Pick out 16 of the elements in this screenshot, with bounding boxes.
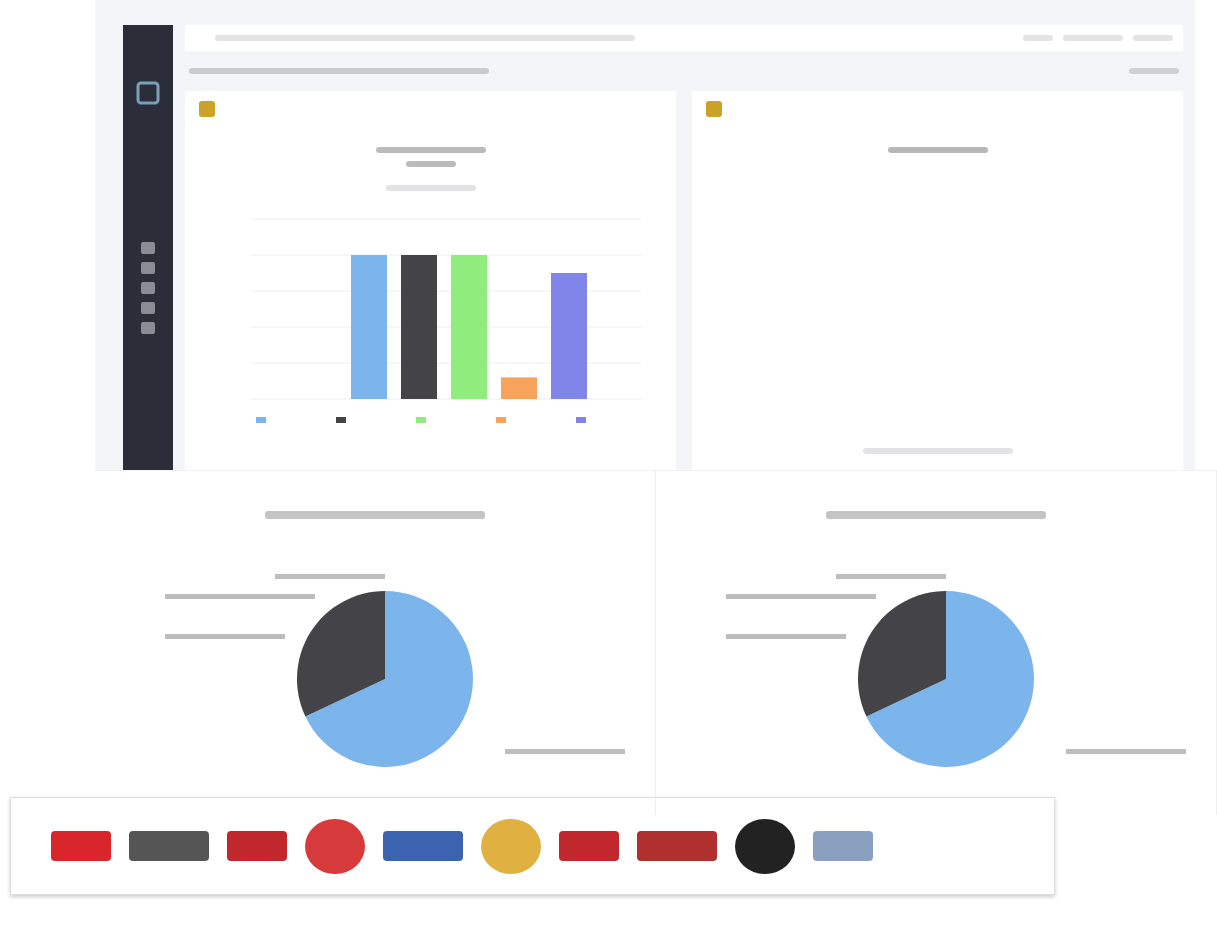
menu-icon[interactable] <box>141 262 155 274</box>
logo-placeholder <box>51 831 111 861</box>
badge-icon <box>706 101 722 117</box>
menu-icon[interactable] <box>141 322 155 334</box>
logo-placeholder <box>227 831 287 861</box>
blurred-line <box>1129 68 1179 74</box>
menu-icon[interactable] <box>141 282 155 294</box>
logo-placeholder <box>559 831 619 861</box>
blurred-line <box>1023 35 1053 41</box>
badge-icon <box>199 101 215 117</box>
menu-icon[interactable] <box>141 302 155 314</box>
logo-placeholder <box>813 831 873 861</box>
menu-icon[interactable] <box>141 242 155 254</box>
blurred-line <box>1133 35 1173 41</box>
blurred-line <box>1063 35 1123 41</box>
blurred-line <box>405 161 456 167</box>
